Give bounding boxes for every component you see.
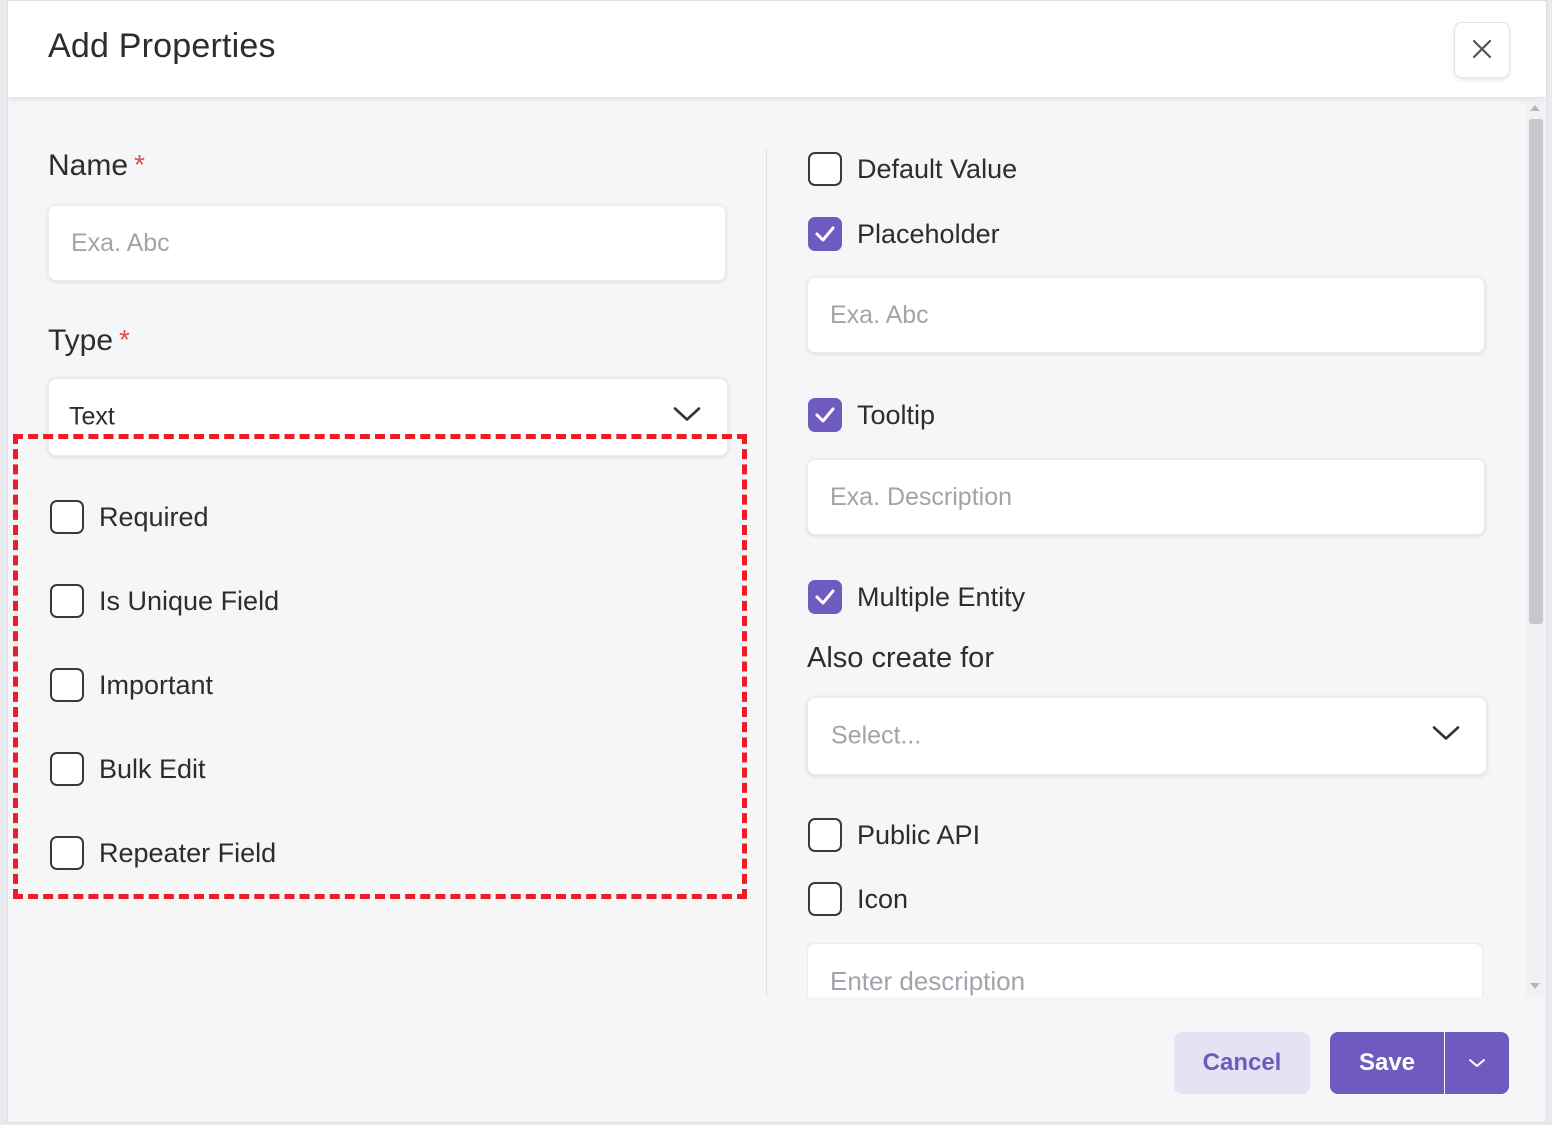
bulk-edit-checkbox-row[interactable]: Bulk Edit xyxy=(50,752,206,786)
placeholder-checkbox[interactable] xyxy=(808,217,842,251)
name-input[interactable] xyxy=(48,205,726,281)
tooltip-checkbox[interactable] xyxy=(808,398,842,432)
type-label: Type * xyxy=(48,324,130,358)
multiple-entity-checkbox-row[interactable]: Multiple Entity xyxy=(808,580,1025,614)
unique-field-checkbox-label: Is Unique Field xyxy=(99,585,280,616)
public-api-checkbox[interactable] xyxy=(808,818,842,852)
close-icon xyxy=(1471,38,1493,63)
type-label-text: Type xyxy=(48,324,114,357)
save-button[interactable]: Save xyxy=(1330,1032,1444,1094)
modal-title: Add Properties xyxy=(48,27,276,65)
default-value-checkbox[interactable] xyxy=(808,152,842,186)
bulk-edit-checkbox-label: Bulk Edit xyxy=(99,753,206,784)
chevron-down-icon xyxy=(1468,1056,1486,1071)
description-field-clip xyxy=(807,943,1483,997)
required-asterisk: * xyxy=(119,324,130,355)
public-api-checkbox-label: Public API xyxy=(857,819,981,850)
check-icon xyxy=(815,589,835,605)
chevron-down-icon xyxy=(673,407,701,428)
save-options-button[interactable] xyxy=(1445,1032,1509,1094)
check-icon xyxy=(815,407,835,423)
repeater-field-checkbox-label: Repeater Field xyxy=(99,837,277,868)
close-button[interactable] xyxy=(1454,22,1510,78)
add-properties-modal: Add Properties Name* Type* Text Required… xyxy=(7,0,1547,1123)
scrollbar-thumb[interactable] xyxy=(1529,119,1543,624)
also-create-for-select[interactable]: Select... xyxy=(807,697,1487,775)
default-value-checkbox-label: Default Value xyxy=(857,153,1018,184)
default-value-checkbox-row[interactable]: Default Value xyxy=(808,152,1017,186)
icon-checkbox-row[interactable]: Icon xyxy=(808,882,908,916)
description-input[interactable] xyxy=(807,943,1483,997)
icon-checkbox[interactable] xyxy=(808,882,842,916)
icon-checkbox-label: Icon xyxy=(857,883,909,914)
name-label: Name * xyxy=(48,149,145,183)
tooltip-checkbox-row[interactable]: Tooltip xyxy=(808,398,935,432)
chevron-down-icon xyxy=(1432,726,1460,747)
name-label-text: Name xyxy=(48,149,129,182)
tooltip-input[interactable] xyxy=(807,459,1485,535)
type-select-value: Text xyxy=(69,402,115,431)
unique-field-checkbox-row[interactable]: Is Unique Field xyxy=(50,584,279,618)
cancel-button[interactable]: Cancel xyxy=(1174,1032,1310,1094)
column-divider xyxy=(766,149,767,997)
required-checkbox-row[interactable]: Required xyxy=(50,500,209,534)
multiple-entity-checkbox[interactable] xyxy=(808,580,842,614)
multiple-entity-checkbox-label: Multiple Entity xyxy=(857,581,1026,612)
also-create-for-label: Also create for xyxy=(807,642,994,674)
placeholder-input[interactable] xyxy=(807,277,1485,353)
important-checkbox-row[interactable]: Important xyxy=(50,668,213,702)
repeater-field-checkbox[interactable] xyxy=(50,836,84,870)
placeholder-checkbox-label: Placeholder xyxy=(857,218,1000,249)
modal-header: Add Properties xyxy=(8,1,1546,97)
repeater-field-checkbox-row[interactable]: Repeater Field xyxy=(50,836,276,870)
also-create-for-placeholder: Select... xyxy=(831,721,922,750)
unique-field-checkbox[interactable] xyxy=(50,584,84,618)
important-checkbox-label: Important xyxy=(99,669,214,700)
important-checkbox[interactable] xyxy=(50,668,84,702)
scroll-down-icon[interactable] xyxy=(1529,981,1541,991)
public-api-checkbox-row[interactable]: Public API xyxy=(808,818,980,852)
required-checkbox[interactable] xyxy=(50,500,84,534)
bulk-edit-checkbox[interactable] xyxy=(50,752,84,786)
scroll-up-icon[interactable] xyxy=(1529,103,1541,113)
tooltip-checkbox-label: Tooltip xyxy=(857,399,936,430)
check-icon xyxy=(815,226,835,242)
placeholder-checkbox-row[interactable]: Placeholder xyxy=(808,217,1000,251)
required-checkbox-label: Required xyxy=(99,501,209,532)
type-select[interactable]: Text xyxy=(48,378,728,456)
required-asterisk: * xyxy=(134,149,145,180)
